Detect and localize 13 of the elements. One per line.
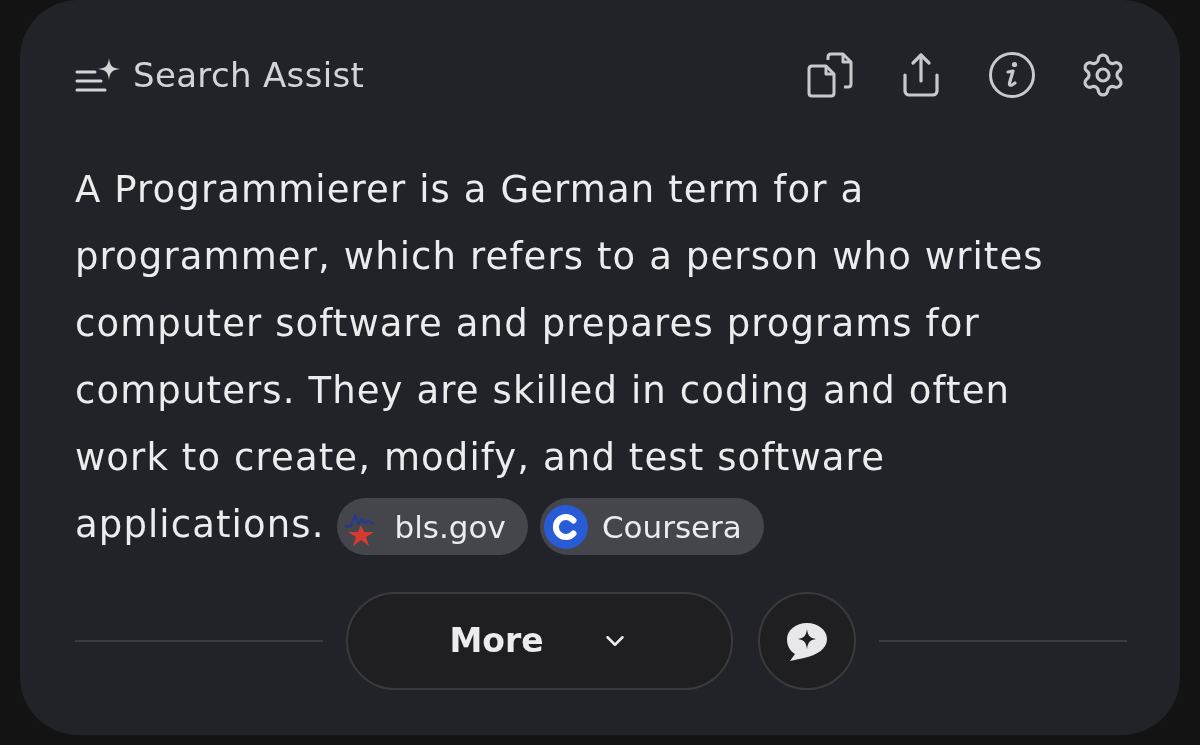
source-chip[interactable]: Coursera	[539, 498, 764, 555]
card-title: Search Assist	[133, 55, 365, 95]
answer-text: A Programmierer is a German term for a programmer, which refers to a person who writes computer software and prepares programs for computers. They are skilled in coding and often work to create, modify, and test software applications. bls.gov Coursera	[75, 156, 1075, 558]
more-button[interactable]: More	[346, 592, 733, 690]
source-chip[interactable]: bls.gov	[336, 498, 528, 555]
source-label: Coursera	[601, 507, 742, 547]
info-icon	[988, 51, 1036, 99]
copy-button[interactable]	[806, 51, 854, 99]
copy-icon	[806, 51, 854, 99]
source-label: bls.gov	[394, 507, 506, 547]
info-button[interactable]	[988, 51, 1036, 99]
c-letter-logo-icon	[543, 504, 588, 549]
sparkle-chat-icon	[785, 621, 829, 661]
